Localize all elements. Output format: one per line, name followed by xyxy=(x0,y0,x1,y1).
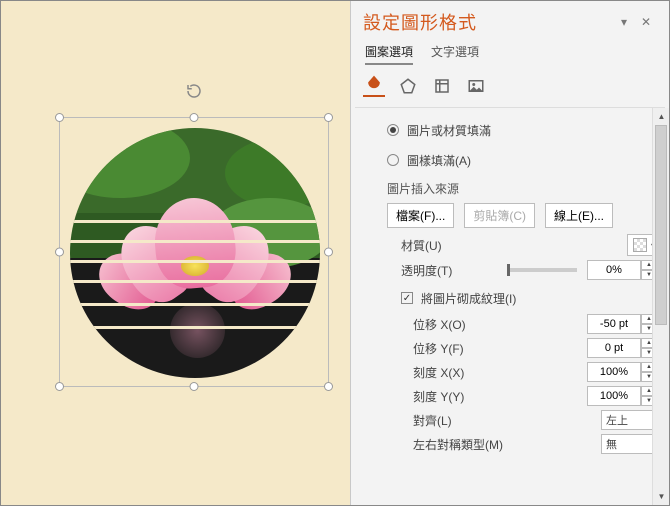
tab-shape-options[interactable]: 圖案選項 xyxy=(365,43,413,65)
clipboard-button: 剪貼簿(C) xyxy=(464,203,535,228)
resize-handle-tr[interactable] xyxy=(324,113,333,122)
picture-tab-icon[interactable] xyxy=(465,75,487,97)
effects-tab-icon[interactable] xyxy=(397,75,419,97)
offset-x-spinner[interactable]: ▲▼ xyxy=(587,314,661,334)
panel-scrollbar[interactable]: ▲ ▼ xyxy=(652,108,669,505)
transparency-slider[interactable] xyxy=(507,268,577,272)
transparency-label: 透明度(T) xyxy=(401,262,503,279)
tab-text-options[interactable]: 文字選項 xyxy=(431,43,479,65)
scale-x-input[interactable] xyxy=(587,362,641,382)
resize-handle-tl[interactable] xyxy=(55,113,64,122)
resize-handle-t[interactable] xyxy=(190,113,199,122)
panel-title: 設定圖形格式 xyxy=(363,9,613,35)
panel-scroll-area: 圖片或材質填滿 圖樣填滿(A) 圖片插入來源 檔案(F)... 剪貼簿(C) 線… xyxy=(351,108,669,505)
circle-picture-shape[interactable] xyxy=(70,128,320,378)
panel-menu-icon[interactable]: ▾ xyxy=(613,15,635,29)
slide-canvas[interactable] xyxy=(1,1,351,505)
picture-source-label: 圖片插入來源 xyxy=(387,180,661,197)
resize-handle-bl[interactable] xyxy=(55,382,64,391)
scroll-down-icon[interactable]: ▼ xyxy=(653,488,669,505)
resize-handle-br[interactable] xyxy=(324,382,333,391)
scroll-up-icon[interactable]: ▲ xyxy=(653,108,669,125)
scale-y-input[interactable] xyxy=(587,386,641,406)
fill-line-tab-icon[interactable] xyxy=(363,75,385,97)
offset-x-label: 位移 X(O) xyxy=(413,316,587,333)
shape-selection-box[interactable] xyxy=(59,117,329,387)
mirror-label: 左右對稱類型(M) xyxy=(413,436,601,453)
resize-handle-b[interactable] xyxy=(190,382,199,391)
offset-y-spinner[interactable]: ▲▼ xyxy=(587,338,661,358)
radio-picture-fill-label: 圖片或材質填滿 xyxy=(407,122,491,139)
size-tab-icon[interactable] xyxy=(431,75,453,97)
alignment-label: 對齊(L) xyxy=(413,412,601,429)
transparency-input[interactable] xyxy=(587,260,641,280)
options-tabs: 圖案選項 文字選項 xyxy=(351,39,669,71)
tile-checkbox-label: 將圖片砌成紋理(I) xyxy=(421,290,516,307)
rotate-handle[interactable] xyxy=(185,82,203,100)
radio-pattern-fill-label: 圖樣填滿(A) xyxy=(407,152,471,169)
format-shape-panel: 設定圖形格式 ▾ ✕ 圖案選項 文字選項 圖片或材質填滿 圖樣填滿(A) 圖片插… xyxy=(350,1,669,505)
scale-x-label: 刻度 X(X) xyxy=(413,364,587,381)
online-button[interactable]: 線上(E)... xyxy=(545,203,613,228)
transparency-spinner[interactable]: ▲▼ xyxy=(587,260,661,280)
radio-picture-fill[interactable] xyxy=(387,124,399,136)
offset-y-label: 位移 Y(F) xyxy=(413,340,587,357)
offset-y-input[interactable] xyxy=(587,338,641,358)
tile-checkbox[interactable]: ✓ xyxy=(401,292,413,304)
scale-x-spinner[interactable]: ▲▼ xyxy=(587,362,661,382)
scroll-thumb[interactable] xyxy=(655,125,667,325)
scale-y-spinner[interactable]: ▲▼ xyxy=(587,386,661,406)
file-button[interactable]: 檔案(F)... xyxy=(387,203,454,228)
texture-label: 材質(U) xyxy=(401,237,627,254)
panel-close-icon[interactable]: ✕ xyxy=(635,15,657,29)
scale-y-label: 刻度 Y(Y) xyxy=(413,388,587,405)
offset-x-input[interactable] xyxy=(587,314,641,334)
category-tabs xyxy=(351,71,669,107)
resize-handle-l[interactable] xyxy=(55,248,64,257)
resize-handle-r[interactable] xyxy=(324,248,333,257)
radio-pattern-fill[interactable] xyxy=(387,154,399,166)
